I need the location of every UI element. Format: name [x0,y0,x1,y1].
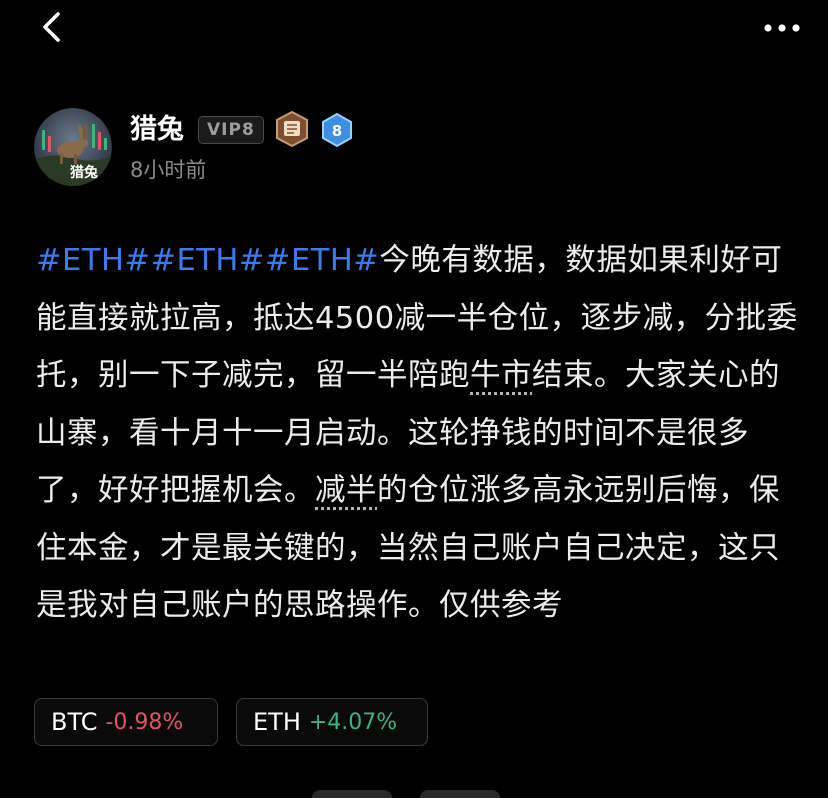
bottom-bar-peek [420,790,500,798]
post-timestamp: 8小时前 [130,158,207,182]
level-badge: 8 [320,112,354,148]
author-name[interactable]: 猎兔 [130,112,184,148]
keyword-link-bull-market[interactable]: 牛市 [470,358,532,393]
hashtag-link[interactable]: #ETH# [150,243,264,278]
hashtag-link[interactable]: #ETH# [265,243,379,278]
chevron-left-icon [43,12,60,42]
top-bar [0,0,828,60]
author-header: 猎兔 猎兔 VIP8 8 8小时前 [34,108,794,188]
hexagon-level-icon: 8 [322,112,352,148]
bottom-bar-peek [312,790,392,798]
back-button[interactable] [36,10,70,44]
scroll-medal-icon [276,110,308,148]
ticker-change: +4.07% [308,709,398,735]
vip-badge: VIP8 [198,116,264,144]
ticker-symbol: ETH [253,708,301,736]
keyword-link-halving[interactable]: 减半 [315,473,377,508]
ticker-chip-btc[interactable]: BTC -0.98% [34,698,218,746]
hashtag-link[interactable]: #ETH# [36,243,150,278]
level-number: 8 [332,122,342,140]
avatar-caption: 猎兔 [70,165,98,181]
post-content: #ETH##ETH##ETH#今晚有数据，数据如果利好可能直接就拉高，抵达450… [36,232,806,635]
medal-badge [274,110,310,148]
more-horizontal-icon [764,24,800,32]
avatar[interactable]: 猎兔 [34,108,112,186]
ticker-change: -0.98% [105,709,184,735]
ticker-symbol: BTC [51,708,98,736]
ticker-chip-eth[interactable]: ETH +4.07% [236,698,428,746]
more-options-button[interactable] [762,18,802,38]
